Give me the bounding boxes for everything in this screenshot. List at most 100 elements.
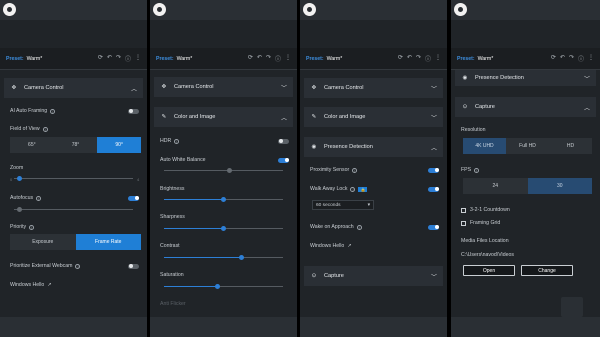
ai-auto-framing-row: AI Auto Framing i xyxy=(10,108,139,114)
info-icon[interactable]: i xyxy=(29,224,35,230)
info-icon[interactable]: ⓘ xyxy=(275,54,281,63)
fov-option-65[interactable]: 65° xyxy=(10,137,54,153)
color-image-header[interactable]: ✎ Color and Image ︿ xyxy=(154,107,293,127)
color-image-header[interactable]: ✎ Color and Image ﹀ xyxy=(304,107,443,127)
info-icon[interactable]: i xyxy=(356,224,362,230)
presence-header[interactable]: ◉ Presence Detection ︿ xyxy=(304,137,443,157)
awb-row: Auto White Balance xyxy=(160,157,289,163)
preset-value[interactable]: Warm* xyxy=(27,56,43,62)
undo-icon[interactable]: ↶ xyxy=(407,54,412,63)
external-link-icon: ↗ xyxy=(47,282,52,288)
preset-tools: ⟳ ↶ ↷ ⓘ ⋮ xyxy=(98,54,141,63)
sync-icon[interactable]: ⟳ xyxy=(398,54,403,63)
windows-hello-row[interactable]: Windows Hello ↗ xyxy=(310,243,439,249)
info-icon[interactable]: i xyxy=(350,186,356,192)
redo-icon[interactable]: ↷ xyxy=(266,54,271,63)
fov-option-90[interactable]: 90° xyxy=(97,137,142,153)
capture-header[interactable]: ⊙ Capture ︿ xyxy=(455,97,596,117)
prioritize-webcam-toggle[interactable] xyxy=(128,263,139,269)
info-icon[interactable]: i xyxy=(474,167,480,173)
priority-exposure[interactable]: Exposure xyxy=(10,234,76,250)
feedback-icon[interactable] xyxy=(561,297,583,317)
countdown-checkbox[interactable] xyxy=(461,207,466,213)
camera-control-header[interactable]: ✥ Camera Control ﹀ xyxy=(304,78,443,98)
preset-value[interactable]: Warm* xyxy=(327,56,343,62)
media-path: C:\Users\navod\Videos xyxy=(461,252,514,258)
section-title: Camera Control xyxy=(324,85,364,91)
presence-header[interactable]: ◉ Presence Detection ﹀ xyxy=(455,70,596,86)
more-icon[interactable]: ⋮ xyxy=(588,54,594,63)
framing-grid-row[interactable]: Framing Grid xyxy=(461,220,592,226)
sharpness-slider[interactable] xyxy=(164,226,283,231)
ai-auto-framing-toggle[interactable] xyxy=(128,108,139,114)
res-option-fullhd[interactable]: Full HD xyxy=(506,138,549,154)
zoom-slider[interactable] xyxy=(14,176,133,181)
res-option-4k[interactable]: 4K UHD xyxy=(463,138,506,154)
fps-label-row: FPS i xyxy=(461,167,592,173)
fps-option-30[interactable]: 30 xyxy=(527,178,592,194)
preset-value[interactable]: Warm* xyxy=(177,56,193,62)
preset-value[interactable]: Warm* xyxy=(478,56,494,62)
awb-toggle[interactable] xyxy=(278,157,289,163)
sync-icon[interactable]: ⟳ xyxy=(551,54,556,63)
proximity-toggle[interactable] xyxy=(428,167,439,173)
camera-control-header[interactable]: ✥ Camera Control ︿ xyxy=(4,78,143,98)
info-icon[interactable]: ⓘ xyxy=(578,54,584,63)
fps-option-24[interactable]: 24 xyxy=(463,178,528,194)
undo-icon[interactable]: ↶ xyxy=(257,54,262,63)
title-bar xyxy=(150,0,297,20)
windows-hello-link[interactable]: Windows Hello xyxy=(10,282,44,288)
prioritize-webcam-row: Prioritize External Webcam i xyxy=(10,263,139,269)
hdr-toggle[interactable] xyxy=(278,138,289,144)
move-icon: ✥ xyxy=(311,85,317,91)
info-icon[interactable]: i xyxy=(75,263,81,269)
redo-icon[interactable]: ↷ xyxy=(569,54,574,63)
countdown-row[interactable]: 3-2-1 Countdown xyxy=(461,207,592,213)
redo-icon[interactable]: ↷ xyxy=(116,54,121,63)
walk-away-delay-select[interactable]: 60 seconds ▾ xyxy=(312,200,374,210)
camera-control-header[interactable]: ✥ Camera Control ﹀ xyxy=(154,77,293,97)
undo-icon[interactable]: ↶ xyxy=(560,54,565,63)
info-icon[interactable]: i xyxy=(42,126,48,132)
autofocus-toggle[interactable] xyxy=(128,195,139,201)
bottom-bar xyxy=(300,317,447,337)
capture-header[interactable]: ⊙ Capture ﹀ xyxy=(304,266,443,286)
change-button[interactable]: Change xyxy=(521,265,573,276)
windows-hello-row[interactable]: Windows Hello ↗ xyxy=(10,282,139,288)
capture-icon: ⊙ xyxy=(311,273,317,279)
section-title: Capture xyxy=(475,104,495,110)
info-icon[interactable]: i xyxy=(352,167,358,173)
zoom-label-row: Zoom xyxy=(10,165,139,171)
undo-icon[interactable]: ↶ xyxy=(107,54,112,63)
contrast-slider[interactable] xyxy=(164,255,283,260)
windows-hello-link[interactable]: Windows Hello xyxy=(310,243,344,249)
brightness-slider[interactable] xyxy=(164,197,283,202)
info-icon[interactable]: ⓘ xyxy=(125,54,131,63)
fov-label: Field of View xyxy=(10,126,40,132)
wand-icon: ✎ xyxy=(311,114,317,120)
white-balance-slider[interactable] xyxy=(164,168,283,173)
wake-toggle[interactable] xyxy=(428,224,439,230)
info-icon[interactable]: i xyxy=(50,108,56,114)
info-icon[interactable]: ⓘ xyxy=(425,54,431,63)
sync-icon[interactable]: ⟳ xyxy=(98,54,103,63)
info-icon[interactable]: i xyxy=(174,138,180,144)
more-icon[interactable]: ⋮ xyxy=(435,54,441,63)
walk-away-toggle[interactable] xyxy=(428,186,439,192)
more-icon[interactable]: ⋮ xyxy=(135,54,141,63)
priority-label: Priority xyxy=(10,224,27,230)
fov-option-78[interactable]: 78° xyxy=(54,137,98,153)
preset-bar: Preset: Warm* ⟳ ↶ ↷ ⓘ ⋮ xyxy=(150,48,297,70)
priority-frame-rate[interactable]: Frame Rate xyxy=(75,234,141,250)
contrast-label-row: Contrast xyxy=(160,243,289,249)
saturation-slider[interactable] xyxy=(164,284,283,289)
open-button[interactable]: Open xyxy=(463,265,515,276)
framing-grid-checkbox[interactable] xyxy=(461,220,466,226)
info-icon[interactable]: i xyxy=(36,195,42,201)
res-option-hd[interactable]: HD xyxy=(549,138,592,154)
focus-slider[interactable] xyxy=(14,207,133,212)
redo-icon[interactable]: ↷ xyxy=(416,54,421,63)
contrast-label: Contrast xyxy=(160,243,180,249)
sync-icon[interactable]: ⟳ xyxy=(248,54,253,63)
more-icon[interactable]: ⋮ xyxy=(285,54,291,63)
